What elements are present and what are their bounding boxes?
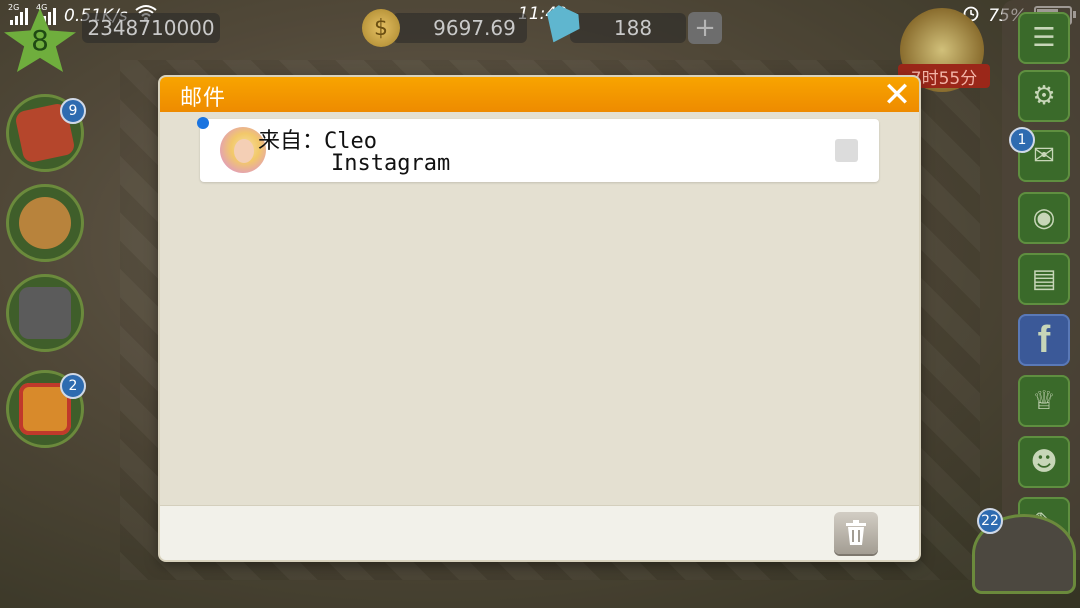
food-icon[interactable]: ◉: [1018, 192, 1070, 244]
pot-badge: 22: [977, 508, 1003, 534]
unread-indicator: [197, 117, 209, 129]
trophy-icon[interactable]: ♕: [1018, 375, 1070, 427]
gem-bar: 188: [570, 13, 686, 43]
dialog-title: 邮件: [180, 86, 227, 111]
facebook-icon[interactable]: f: [1018, 314, 1070, 366]
signal-icon: 2G: [8, 3, 30, 25]
mail-subject: Instagram: [331, 151, 451, 176]
menu-icon[interactable]: ☰: [1018, 12, 1070, 64]
mail-badge: 1: [1009, 127, 1035, 153]
gem-value: 188: [613, 16, 653, 40]
coin-icon: $: [362, 9, 400, 47]
gift-badge: 2: [60, 373, 86, 399]
phone-icon: [19, 287, 71, 339]
dialog-footer: [160, 505, 919, 560]
stove-button[interactable]: [6, 184, 84, 262]
coin-value: 9697.69: [433, 16, 516, 40]
gear-icon[interactable]: ⚙: [1018, 70, 1070, 122]
buy-gems-button[interactable]: +: [688, 12, 722, 44]
mail-dialog: 邮件 ✕ 来自：Cleo Instagram: [160, 77, 919, 560]
mail-select-checkbox[interactable]: [835, 139, 858, 162]
pot-icon: [19, 197, 71, 249]
recipe-book-badge: 9: [60, 98, 86, 124]
delete-button[interactable]: [834, 512, 878, 554]
mail-item[interactable]: 来自：Cleo Instagram: [200, 119, 879, 182]
level-number: 8: [31, 23, 49, 57]
dialog-header: 邮件 ✕: [160, 77, 919, 115]
phone-button[interactable]: [6, 274, 84, 352]
waiter-icon[interactable]: ☻: [1018, 436, 1070, 488]
experience-value: 2348710000: [87, 16, 215, 40]
close-button[interactable]: ✕: [881, 77, 913, 115]
notepad-icon[interactable]: ▤: [1018, 253, 1070, 305]
trash-icon: [846, 520, 866, 545]
coin-bar: 9697.69: [392, 13, 527, 43]
experience-bar: 2348710000: [82, 13, 220, 43]
